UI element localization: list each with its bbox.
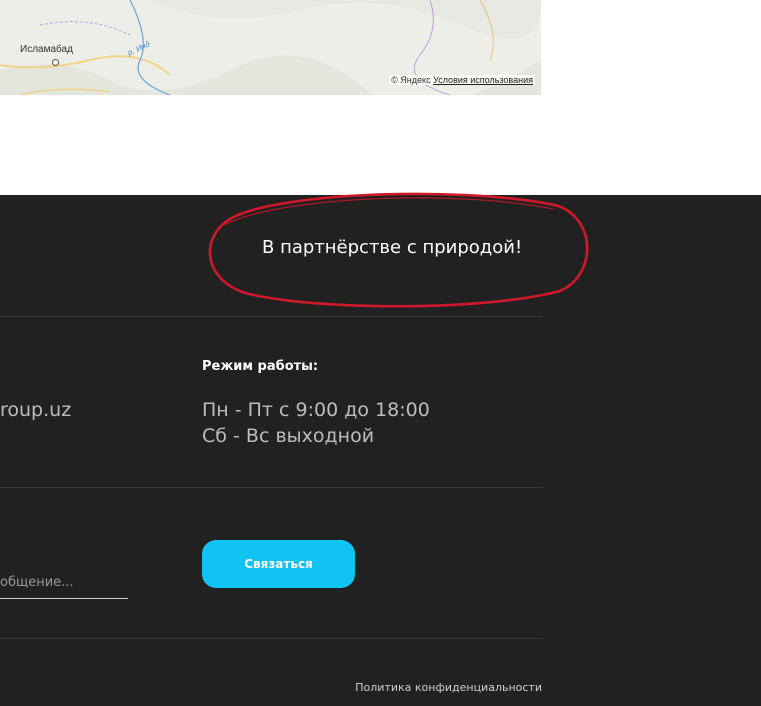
map-copyright: © Яндекс xyxy=(391,75,431,85)
page: Исламабад р. Инд © Яндекс Условия исполь… xyxy=(0,0,761,706)
map-attribution: © Яндекс Условия использования xyxy=(389,75,535,85)
working-hours-heading: Режим работы: xyxy=(202,359,319,374)
divider xyxy=(0,638,543,639)
map-city-label: Исламабад xyxy=(20,44,73,55)
working-hours-weekend: Сб - Вс выходной xyxy=(202,425,375,447)
working-hours-weekdays: Пн - Пт с 9:00 до 18:00 xyxy=(202,399,430,421)
map-city-marker-icon xyxy=(52,59,59,66)
footer-slogan: В партнёрстве с природой! xyxy=(262,237,523,258)
site-footer: В партнёрстве с природой! roup.uz Режим … xyxy=(0,192,761,706)
contact-email[interactable]: roup.uz xyxy=(0,399,71,421)
contact-button[interactable]: Связаться xyxy=(202,540,355,588)
divider xyxy=(0,316,543,317)
map-terms-link[interactable]: Условия использования xyxy=(433,75,533,85)
divider xyxy=(0,487,543,488)
map-widget[interactable]: Исламабад р. Инд © Яндекс Условия исполь… xyxy=(0,0,541,95)
privacy-policy-link[interactable]: Политика конфиденциальности xyxy=(355,681,542,694)
message-input[interactable] xyxy=(0,561,128,599)
slogan-block: В партнёрстве с природой! xyxy=(205,187,593,313)
